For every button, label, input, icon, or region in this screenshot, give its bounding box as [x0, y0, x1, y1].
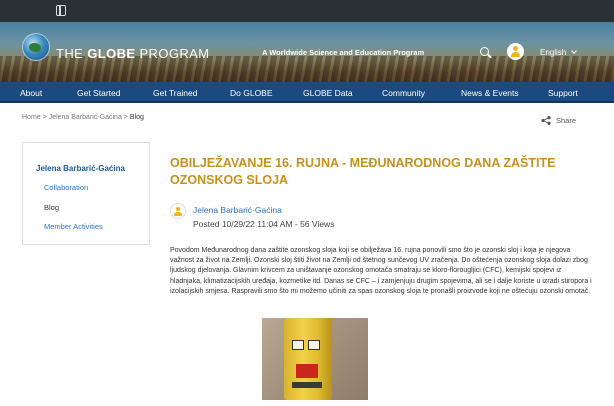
nav-item-get-trained[interactable]: Get Trained — [153, 88, 197, 98]
nav-item-support[interactable]: Support — [548, 88, 578, 98]
profile-sidebar: Jelena Barbarić-Gaćina Collaboration Blo… — [22, 142, 150, 245]
post-image[interactable] — [262, 318, 368, 400]
sidebar-item-blog[interactable]: Blog — [44, 203, 59, 212]
nav-item-about[interactable]: About — [20, 88, 42, 98]
share-label: Share — [556, 116, 577, 125]
post-body: Povodom Međunarodnog dana zaštite ozonsk… — [170, 247, 592, 295]
warning-label-shape — [292, 340, 304, 350]
post-author-link[interactable]: Jelena Barbarić-Gaćina — [193, 205, 282, 215]
author-avatar-icon[interactable] — [170, 203, 186, 219]
nav-item-globe-data[interactable]: GLOBE Data — [303, 88, 353, 98]
site-header: THE GLOBE PROGRAM A Worldwide Science an… — [0, 22, 614, 82]
post-title: OBILJEŽAVANJE 16. RUJNA - MEĐUNARODNOG D… — [170, 156, 556, 187]
nav-item-do-globe[interactable]: Do GLOBE — [230, 88, 273, 98]
site-tagline: A Worldwide Science and Education Progra… — [262, 48, 425, 57]
warning-label-shape — [308, 340, 320, 350]
breadcrumb: Home > Jelena Barbarić-Gaćina > Blog — [22, 114, 144, 121]
breadcrumb-separator: > — [123, 114, 128, 121]
sidebar-item-collaboration[interactable]: Collaboration — [44, 183, 88, 192]
browser-topbar — [0, 0, 614, 22]
user-avatar-icon[interactable] — [507, 43, 524, 60]
nav-item-get-started[interactable]: Get Started — [77, 88, 120, 98]
breadcrumb-author[interactable]: Jelena Barbarić-Gaćina — [49, 114, 122, 121]
main-nav: About Get Started Get Trained Do GLOBE G… — [0, 82, 614, 103]
globe-logo-icon[interactable] — [22, 33, 50, 61]
breadcrumb-home[interactable]: Home — [22, 114, 41, 121]
nav-item-news-events[interactable]: News & Events — [461, 88, 519, 98]
sidebar-item-member-activities[interactable]: Member Activities — [44, 222, 103, 231]
language-selector[interactable]: English — [540, 48, 566, 57]
sidebar-profile-name[interactable]: Jelena Barbarić-Gaćina — [36, 164, 125, 173]
breadcrumb-separator: > — [42, 114, 47, 121]
post-meta: Posted 10/29/22 11:04 AM - 56 Views — [193, 219, 335, 229]
can-label-shape — [292, 382, 322, 388]
search-icon[interactable] — [480, 47, 489, 56]
can-label-shape — [296, 364, 318, 378]
sidebar-toggle-icon[interactable] — [56, 5, 66, 16]
chevron-down-icon[interactable] — [571, 48, 577, 54]
nav-item-community[interactable]: Community — [382, 88, 425, 98]
breadcrumb-current: Blog — [129, 114, 144, 121]
site-brand[interactable]: THE GLOBE PROGRAM — [56, 46, 209, 61]
share-icon — [541, 116, 551, 125]
